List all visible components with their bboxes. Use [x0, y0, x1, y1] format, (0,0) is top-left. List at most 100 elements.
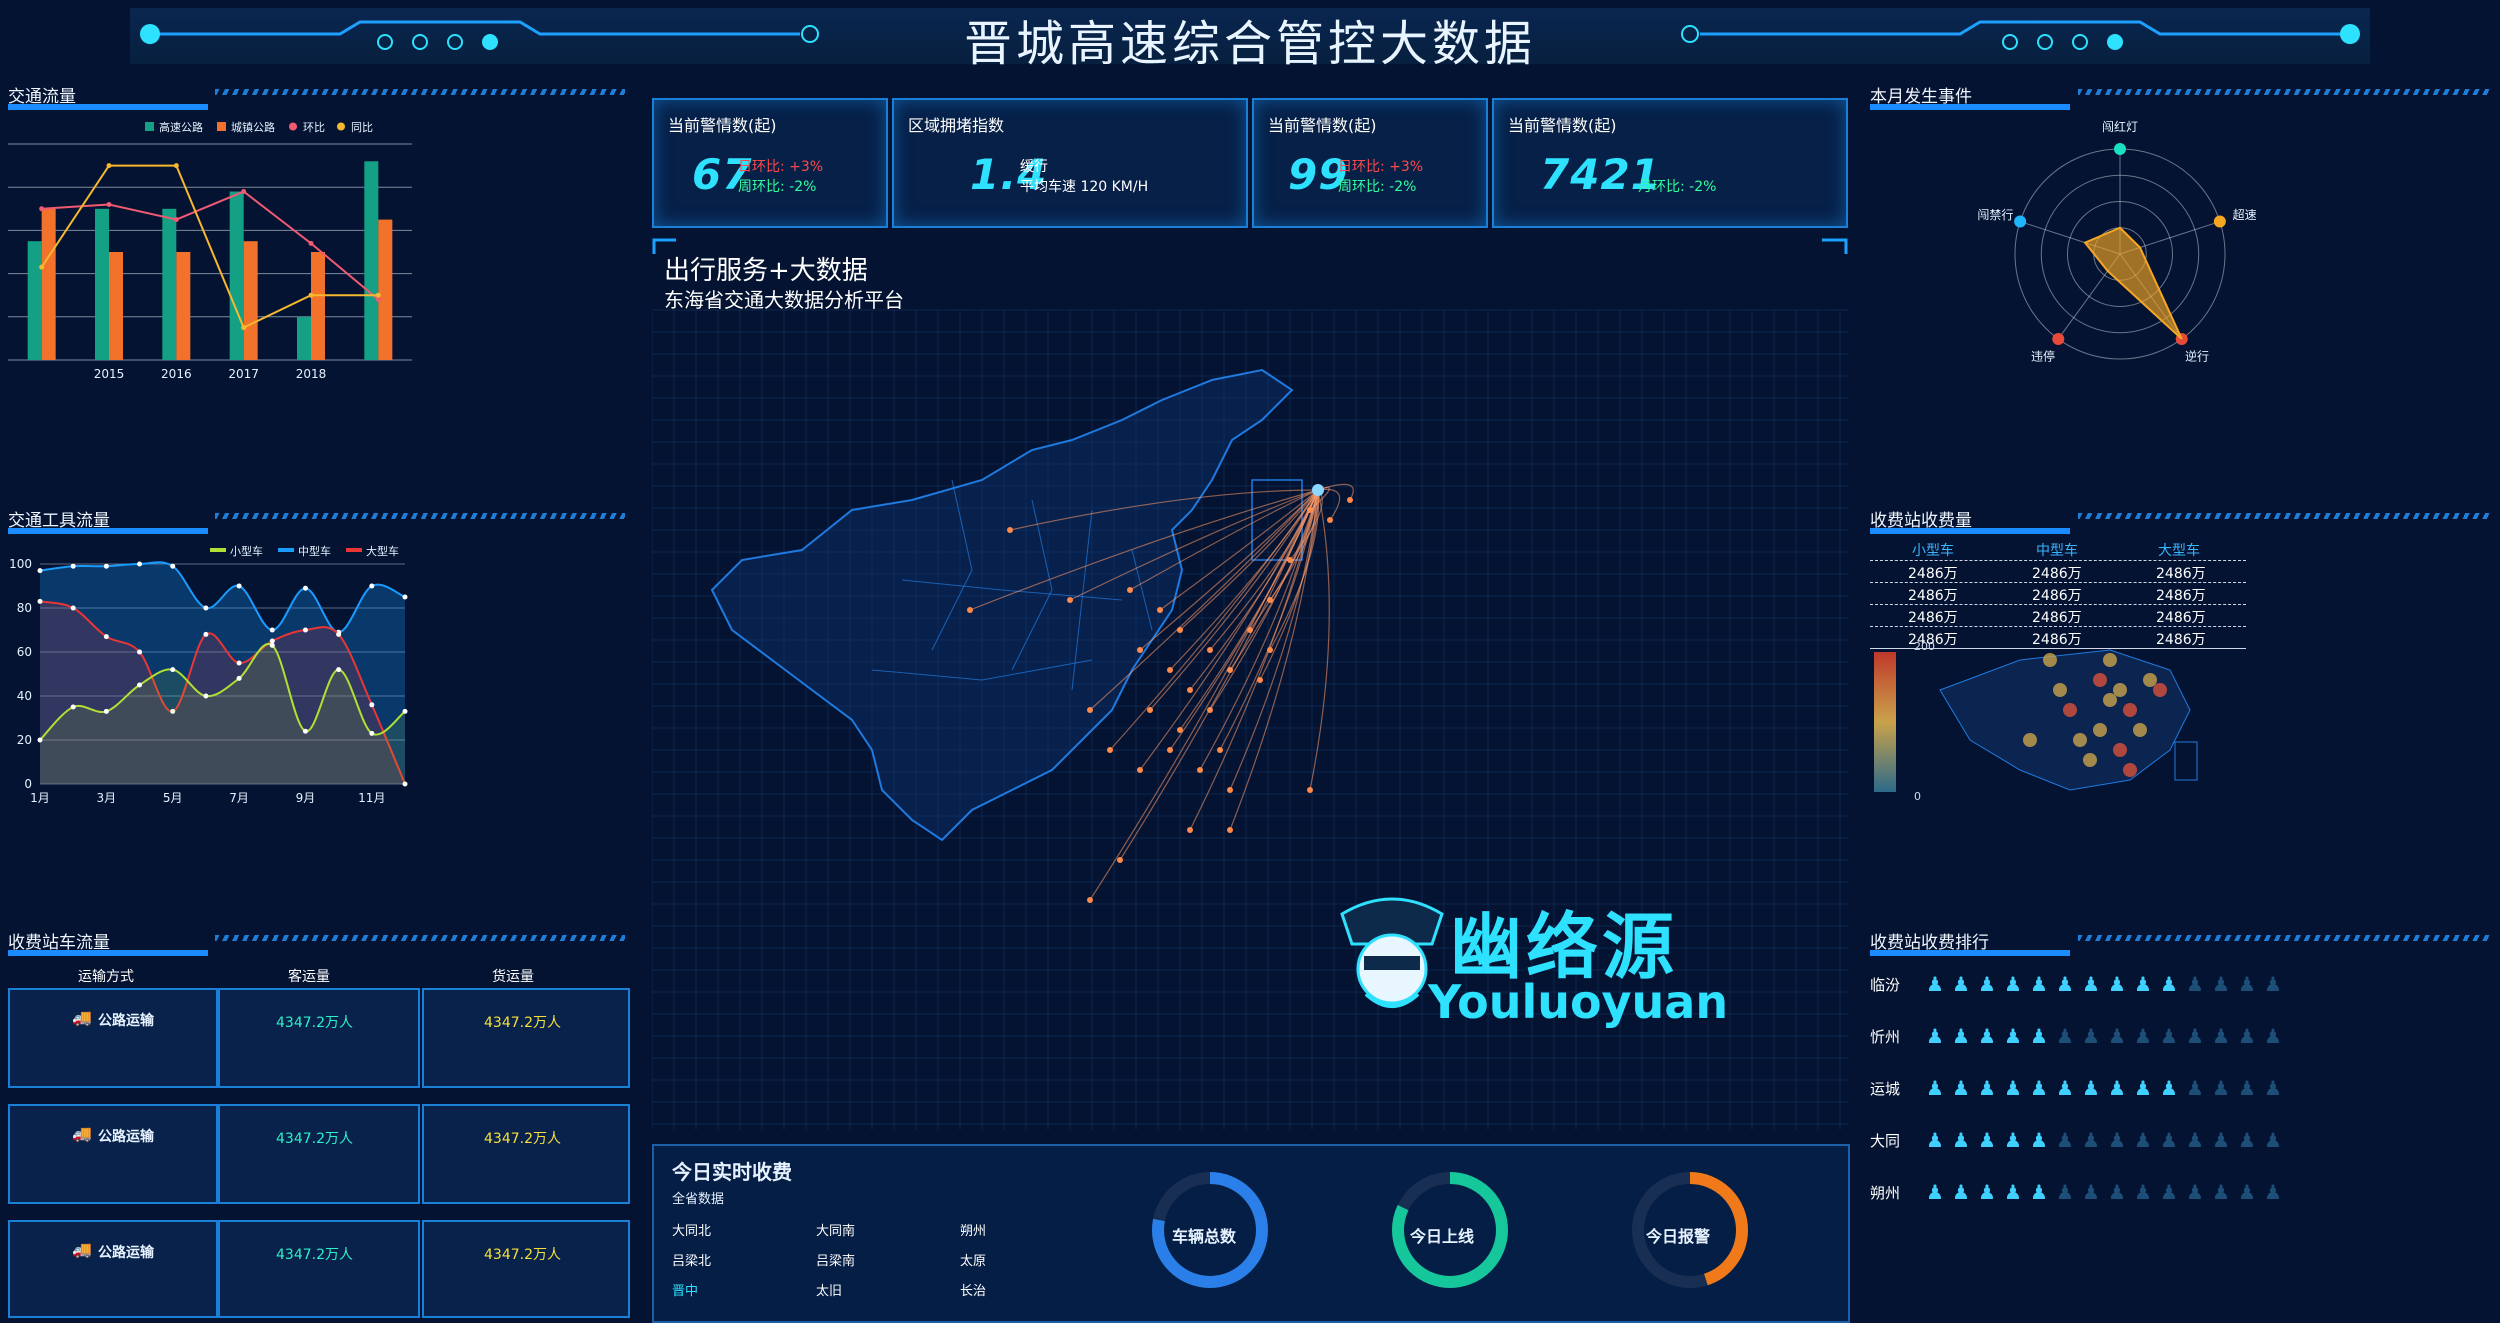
today-toll-sub: 全省数据: [672, 1192, 725, 1207]
line-point: [402, 594, 408, 600]
line-point: [173, 217, 179, 223]
x-tick-label: 3月: [97, 791, 117, 805]
bar: [243, 241, 258, 360]
person-icon: ♟: [2108, 972, 2126, 996]
person-icon: ♟: [2108, 1180, 2126, 1204]
legend-item: 高速公路: [145, 120, 203, 134]
bar: [109, 252, 123, 360]
fee-cell: 2486万: [2032, 566, 2082, 582]
bar: [27, 241, 42, 360]
line-point: [106, 201, 112, 207]
city-item[interactable]: 大同北: [672, 1220, 711, 1239]
table-row[interactable]: 🚚 公路运输 4347.2万人 4347.2万人: [8, 988, 630, 1088]
line-point: [302, 585, 308, 591]
city-item[interactable]: 太原: [960, 1250, 986, 1269]
transport-cell: 🚚 公路运输: [8, 1104, 218, 1204]
city-item[interactable]: 长治: [960, 1280, 986, 1299]
heat-point: [2123, 703, 2137, 717]
kpi-title: 当前警情数(起): [668, 116, 777, 135]
person-icon: ♟: [2108, 1128, 2126, 1152]
person-icon: ♟: [2264, 1076, 2282, 1100]
legend-item: 中型车: [278, 544, 331, 558]
line-point: [241, 189, 247, 195]
line-point: [70, 605, 76, 611]
ring-label-online: 今日上线: [1410, 1227, 1475, 1246]
person-icon: ♟: [2056, 1180, 2074, 1204]
city-point: [1117, 857, 1123, 863]
person-icon: ♟: [1978, 972, 1996, 996]
kpi-title: 当前警情数(起): [1268, 116, 1377, 135]
passenger-cell: 4347.2万人: [218, 1104, 420, 1204]
line-point: [70, 704, 76, 710]
city-item-active[interactable]: 晋中: [672, 1280, 698, 1299]
kpi-card-congestion[interactable]: 区域拥堵指数 1.4 缓行 平均车速 120 KM/H: [892, 98, 1248, 228]
kpi-card-alerts-3[interactable]: 当前警情数(起) 7421 月环比: -2%: [1492, 98, 1848, 228]
section-underline: [1870, 104, 2070, 110]
person-icon: ♟: [2264, 1180, 2282, 1204]
fee-cell: 2486万: [1908, 610, 1958, 626]
line-point: [236, 660, 242, 666]
person-icon: ♟: [1978, 1128, 1996, 1152]
line-point: [170, 667, 176, 673]
city-point: [1137, 647, 1143, 653]
ranking-list: 临汾 ♟ ♟ ♟ ♟ ♟ ♟ ♟ ♟ ♟ ♟ ♟ ♟ ♟ ♟ 忻州 ♟ ♟ ♟ ♟ ♟ ♟ ♟ ♟ ♟ ♟ ♟ ♟ ♟ ♟ 运城 ♟ ♟ ♟ ♟ ♟ ♟…: [1870, 970, 2290, 1220]
person-icon: ♟: [1952, 1128, 1970, 1152]
kpi-card-alerts-2[interactable]: 当前警情数(起) 99 日环比: +3% 周环比: -2%: [1252, 98, 1488, 228]
heat-point: [2023, 733, 2037, 747]
line-point: [336, 631, 342, 637]
ranking-row[interactable]: 运城 ♟ ♟ ♟ ♟ ♟ ♟ ♟ ♟ ♟ ♟ ♟ ♟ ♟ ♟: [1870, 1074, 2290, 1104]
person-icon: ♟: [2030, 1180, 2048, 1204]
truck-icon: 🚚: [72, 1124, 92, 1143]
person-icon: ♟: [2134, 1076, 2152, 1100]
person-icon: ♟: [1952, 1180, 1970, 1204]
city-item[interactable]: 朔州: [960, 1220, 986, 1239]
person-icon: ♟: [2160, 1128, 2178, 1152]
line-point: [103, 634, 109, 640]
ranking-row[interactable]: 大同 ♟ ♟ ♟ ♟ ♟ ♟ ♟ ♟ ♟ ♟ ♟ ♟ ♟ ♟: [1870, 1126, 2290, 1156]
bar: [311, 252, 325, 360]
ranking-row[interactable]: 临汾 ♟ ♟ ♟ ♟ ♟ ♟ ♟ ♟ ♟ ♟ ♟ ♟ ♟ ♟: [1870, 970, 2290, 1000]
kpi-week-ratio: 周环比: -2%: [1338, 179, 1417, 195]
person-icon: ♟: [2056, 1076, 2074, 1100]
y-tick-label: 20: [17, 733, 32, 747]
y-tick-label: 100: [9, 557, 32, 571]
radar-axis-label: 超速: [2233, 207, 2257, 222]
line-point: [203, 605, 209, 611]
ranking-row[interactable]: 朔州 ♟ ♟ ♟ ♟ ♟ ♟ ♟ ♟ ♟ ♟ ♟ ♟ ♟ ♟: [1870, 1178, 2290, 1208]
heat-point: [2153, 683, 2167, 697]
kpi-day-ratio: 日环比: +3%: [1338, 159, 1424, 175]
section-dash: [215, 513, 625, 519]
radar-axis-label: 逆行: [2185, 349, 2209, 364]
x-tick-label: 2016: [161, 367, 192, 381]
city-item[interactable]: 大同南: [816, 1220, 855, 1239]
kpi-card-alerts[interactable]: 当前警情数(起) 67 日环比: +3% 周环比: -2%: [652, 98, 888, 228]
legend-item: 大型车: [346, 544, 399, 558]
y-tick-label: 40: [17, 689, 32, 703]
bar: [162, 208, 177, 360]
section-underline: [1870, 950, 2070, 956]
legend-swatch: [278, 548, 294, 552]
line-point: [236, 583, 242, 589]
person-icon: ♟: [2160, 1180, 2178, 1204]
line-point: [173, 163, 179, 169]
city-point: [1067, 597, 1073, 603]
city-point: [1107, 747, 1113, 753]
ranking-station-name: 忻州: [1870, 1028, 1901, 1046]
legend-label: 大型车: [366, 544, 399, 558]
city-item[interactable]: 太旧: [816, 1280, 842, 1299]
table-row[interactable]: 🚚 公路运输 4347.2万人 4347.2万人: [8, 1104, 630, 1204]
person-icon: ♟: [2264, 1128, 2282, 1152]
city-item[interactable]: 吕梁南: [816, 1250, 855, 1269]
table-row[interactable]: 🚚 公路运输 4347.2万人 4347.2万人: [8, 1220, 630, 1318]
line-point: [269, 642, 275, 648]
section-dash: [2078, 513, 2492, 519]
line-point: [375, 292, 381, 298]
line-point: [369, 702, 375, 708]
person-icon: ♟: [2004, 1024, 2022, 1048]
city-item[interactable]: 吕梁北: [672, 1250, 711, 1269]
person-icon: ♟: [2186, 1180, 2204, 1204]
city-point: [1187, 687, 1193, 693]
person-icon: ♟: [2134, 972, 2152, 996]
ranking-row[interactable]: 忻州 ♟ ♟ ♟ ♟ ♟ ♟ ♟ ♟ ♟ ♟ ♟ ♟ ♟ ♟: [1870, 1022, 2290, 1052]
heat-point: [2063, 703, 2077, 717]
